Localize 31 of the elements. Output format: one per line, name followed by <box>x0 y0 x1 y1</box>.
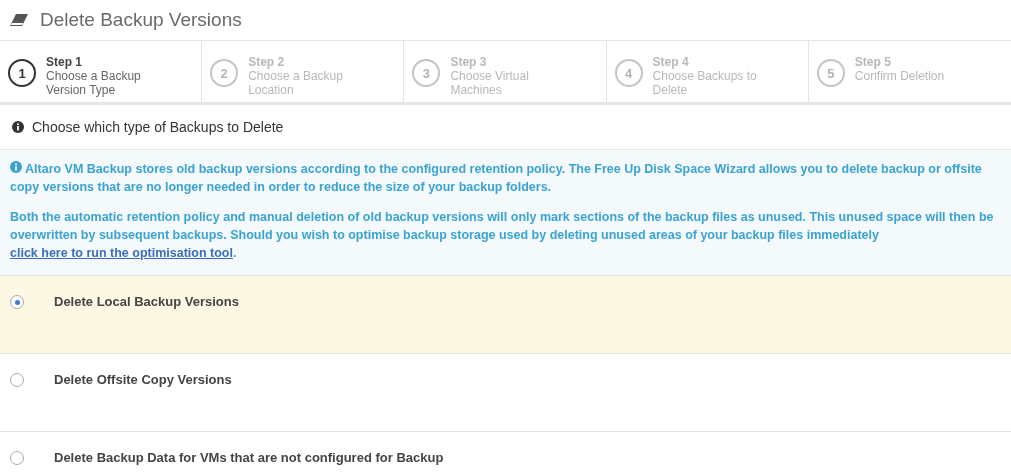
step-number: 1 <box>8 59 36 87</box>
step-number: 5 <box>816 59 845 87</box>
step-number: 2 <box>210 59 239 87</box>
step-label: Choose a Backup Location <box>248 69 344 97</box>
eraser-icon <box>10 14 28 26</box>
step-title: Step 1 <box>46 55 83 69</box>
optimisation-link[interactable]: click here to run the optimisation tool <box>10 246 233 260</box>
option-label: Delete Offsite Copy Versions <box>54 372 232 387</box>
option-label: Delete Backup Data for VMs that are not configured for Backup <box>54 450 444 465</box>
info-icon <box>10 161 22 173</box>
step-number: 3 <box>412 59 441 87</box>
step-label: Choose Virtual Machines <box>450 69 530 97</box>
info-paragraph: Altaro VM Backup stores old backup versions according to the configured retention policy. The Free Up Disk Space Wizard allows you to delete backup or offsite copy versions that are no longer needed in order to reduce the size of your backup folders. <box>10 160 983 196</box>
info-icon <box>12 121 24 133</box>
info-paragraph: Both the automatic retention policy and manual deletion of old backup versions will only mark sections of the backup files as unused. This unused space will then be overwritten by subsequent backups. Should you wish to optimise backup storage used by deleting unused areas of your backup files immediately click here to run the optimisation tool. <box>10 209 995 262</box>
step-number: 4 <box>614 59 643 87</box>
step-title: Step 4 <box>652 55 690 69</box>
radio-button[interactable] <box>10 295 24 309</box>
option-label: Delete Local Backup Versions <box>54 294 239 309</box>
radio-button[interactable] <box>10 373 24 387</box>
wizard-step[interactable]: 1 Step 1 Choose a Backup Version Type <box>0 41 203 102</box>
option-row[interactable]: Delete Local Backup Versions <box>0 276 1011 354</box>
step-title: Step 5 <box>854 55 892 69</box>
section-heading: Choose which type of Backups to Delete <box>32 119 284 135</box>
step-label: Confirm Deletion <box>854 69 945 83</box>
step-title: Step 2 <box>248 55 286 69</box>
step-label: Choose Backups to Delete <box>652 69 758 97</box>
step-label: Choose a Backup Version Type <box>46 69 142 97</box>
window-title: Delete Backup Versions <box>40 9 242 31</box>
step-title: Step 3 <box>450 55 488 69</box>
radio-button[interactable] <box>10 451 24 465</box>
